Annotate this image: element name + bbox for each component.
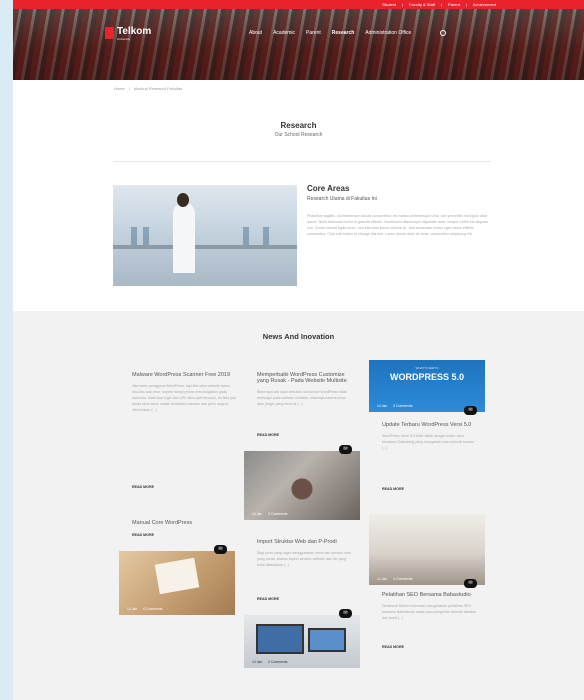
logo-mark-icon <box>105 27 114 39</box>
post-excerpt: Beberapa kali saya temukan customize Wor… <box>257 390 347 406</box>
news-post-seo: Pelatihan SEO Bersama Babastudio Direkto… <box>382 592 478 621</box>
core-areas-title: Core Areas <box>307 184 350 193</box>
news-post-manual-core: Manual Core WordPress <box>132 520 236 526</box>
read-more-link[interactable]: READ MORE <box>257 597 279 601</box>
logo-text: Telkom <box>117 26 152 37</box>
post-excerpt: Jika kamu pengguna WordPress, tapi kita … <box>132 384 236 412</box>
post-thumbnail[interactable]: 14 Jan 0 Comments <box>369 514 485 585</box>
read-more-link[interactable]: READ MORE <box>132 533 154 537</box>
comment-icon[interactable]: ✉ <box>214 545 227 554</box>
breadcrumb: Home / Mockup Research Fakultas <box>114 86 182 91</box>
main-nav: About Academic Parent Research Administr… <box>249 30 447 36</box>
nav-item-administration[interactable]: Administration Office <box>365 30 411 36</box>
post-excerpt: WordPress Versi 5.0 telah dirilis dengan… <box>382 434 475 450</box>
read-more-link[interactable]: READ MORE <box>382 645 404 649</box>
logo-subtext: University <box>117 37 131 41</box>
hero-banner: Telkom University About Academic Parent … <box>13 9 584 80</box>
post-title[interactable]: Update Terbaru WordPress Versi 5.0 <box>382 422 478 428</box>
news-title: News And Inovation <box>262 332 335 341</box>
post-thumbnail[interactable]: 14 Jan 0 Comments <box>244 615 360 668</box>
nav-item-academic[interactable]: Academic <box>273 30 295 36</box>
nav-item-research[interactable]: Research <box>332 30 355 36</box>
post-excerpt: Bagi prodi yang ingin menggunakan tema d… <box>257 551 351 567</box>
post-thumbnail[interactable]: 14 Jan 0 Comments <box>119 551 235 615</box>
section-subtitle: Our School Research <box>274 132 323 138</box>
news-section: News And Inovation Malware WordPress Sca… <box>13 311 584 700</box>
topbar-link-faculty[interactable]: Faculty & Staff <box>409 2 435 7</box>
page: Student | Faculty & Staff | Parent | Ach… <box>13 0 584 700</box>
breadcrumb-separator: / <box>128 86 130 91</box>
comment-icon[interactable]: ✉ <box>339 609 352 618</box>
top-bar: Student | Faculty & Staff | Parent | Ach… <box>13 0 584 9</box>
post-thumbnail[interactable]: 14 Jan 0 Comments <box>244 451 360 520</box>
post-title[interactable]: Malware WordPress Scanner Free 2019 <box>132 372 236 378</box>
post-title[interactable]: Manual Core WordPress <box>132 520 236 526</box>
topbar-link-achievement[interactable]: Achievement <box>473 2 496 7</box>
comment-icon[interactable]: ✉ <box>464 579 477 588</box>
read-more-link[interactable]: READ MORE <box>382 487 404 491</box>
post-title[interactable]: Pelatihan SEO Bersama Babastudio <box>382 592 478 598</box>
topbar-link-parent[interactable]: Parent <box>448 2 460 7</box>
news-post-malware: Malware WordPress Scanner Free 2019 Jika… <box>132 372 236 413</box>
comment-icon[interactable]: ✉ <box>339 445 352 454</box>
post-title[interactable]: Import Struktur Web dan P-Prodi <box>257 539 353 545</box>
topbar-link-student[interactable]: Student <box>382 2 396 7</box>
core-areas-subtitle: Research Utama di Fakultas Ini <box>307 196 377 202</box>
post-thumbnail[interactable]: WHAT'S NEW IN WORDPRESS 5.0 14 Jan 0 Com… <box>369 360 485 412</box>
core-areas-image <box>113 185 297 286</box>
news-post-import: Import Struktur Web dan P-Prodi Bagi pro… <box>257 539 353 568</box>
news-post-customize: Memperbaiki WordPress Customize yang Rus… <box>257 372 353 407</box>
section-divider <box>113 161 491 162</box>
news-post-wordpress-5: Update Terbaru WordPress Versi 5.0 WordP… <box>382 422 478 451</box>
core-areas-text: Phasellus sagittis, dui elementum iaculi… <box>307 214 489 237</box>
breadcrumb-home[interactable]: Home <box>114 86 125 91</box>
search-icon[interactable] <box>440 30 447 36</box>
nav-item-parent[interactable]: Parent <box>306 30 321 36</box>
nav-item-about[interactable]: About <box>249 30 262 36</box>
breadcrumb-current: Mockup Research Fakultas <box>133 86 183 91</box>
site-logo[interactable]: Telkom University <box>105 27 151 41</box>
comment-icon[interactable]: ✉ <box>464 406 477 415</box>
read-more-link[interactable]: READ MORE <box>132 485 154 489</box>
post-excerpt: Direktorat Sistem Informasi mengadakan p… <box>382 604 477 620</box>
section-title: Research <box>280 121 317 130</box>
post-title[interactable]: Memperbaiki WordPress Customize yang Rus… <box>257 372 353 384</box>
read-more-link[interactable]: READ MORE <box>257 433 279 437</box>
